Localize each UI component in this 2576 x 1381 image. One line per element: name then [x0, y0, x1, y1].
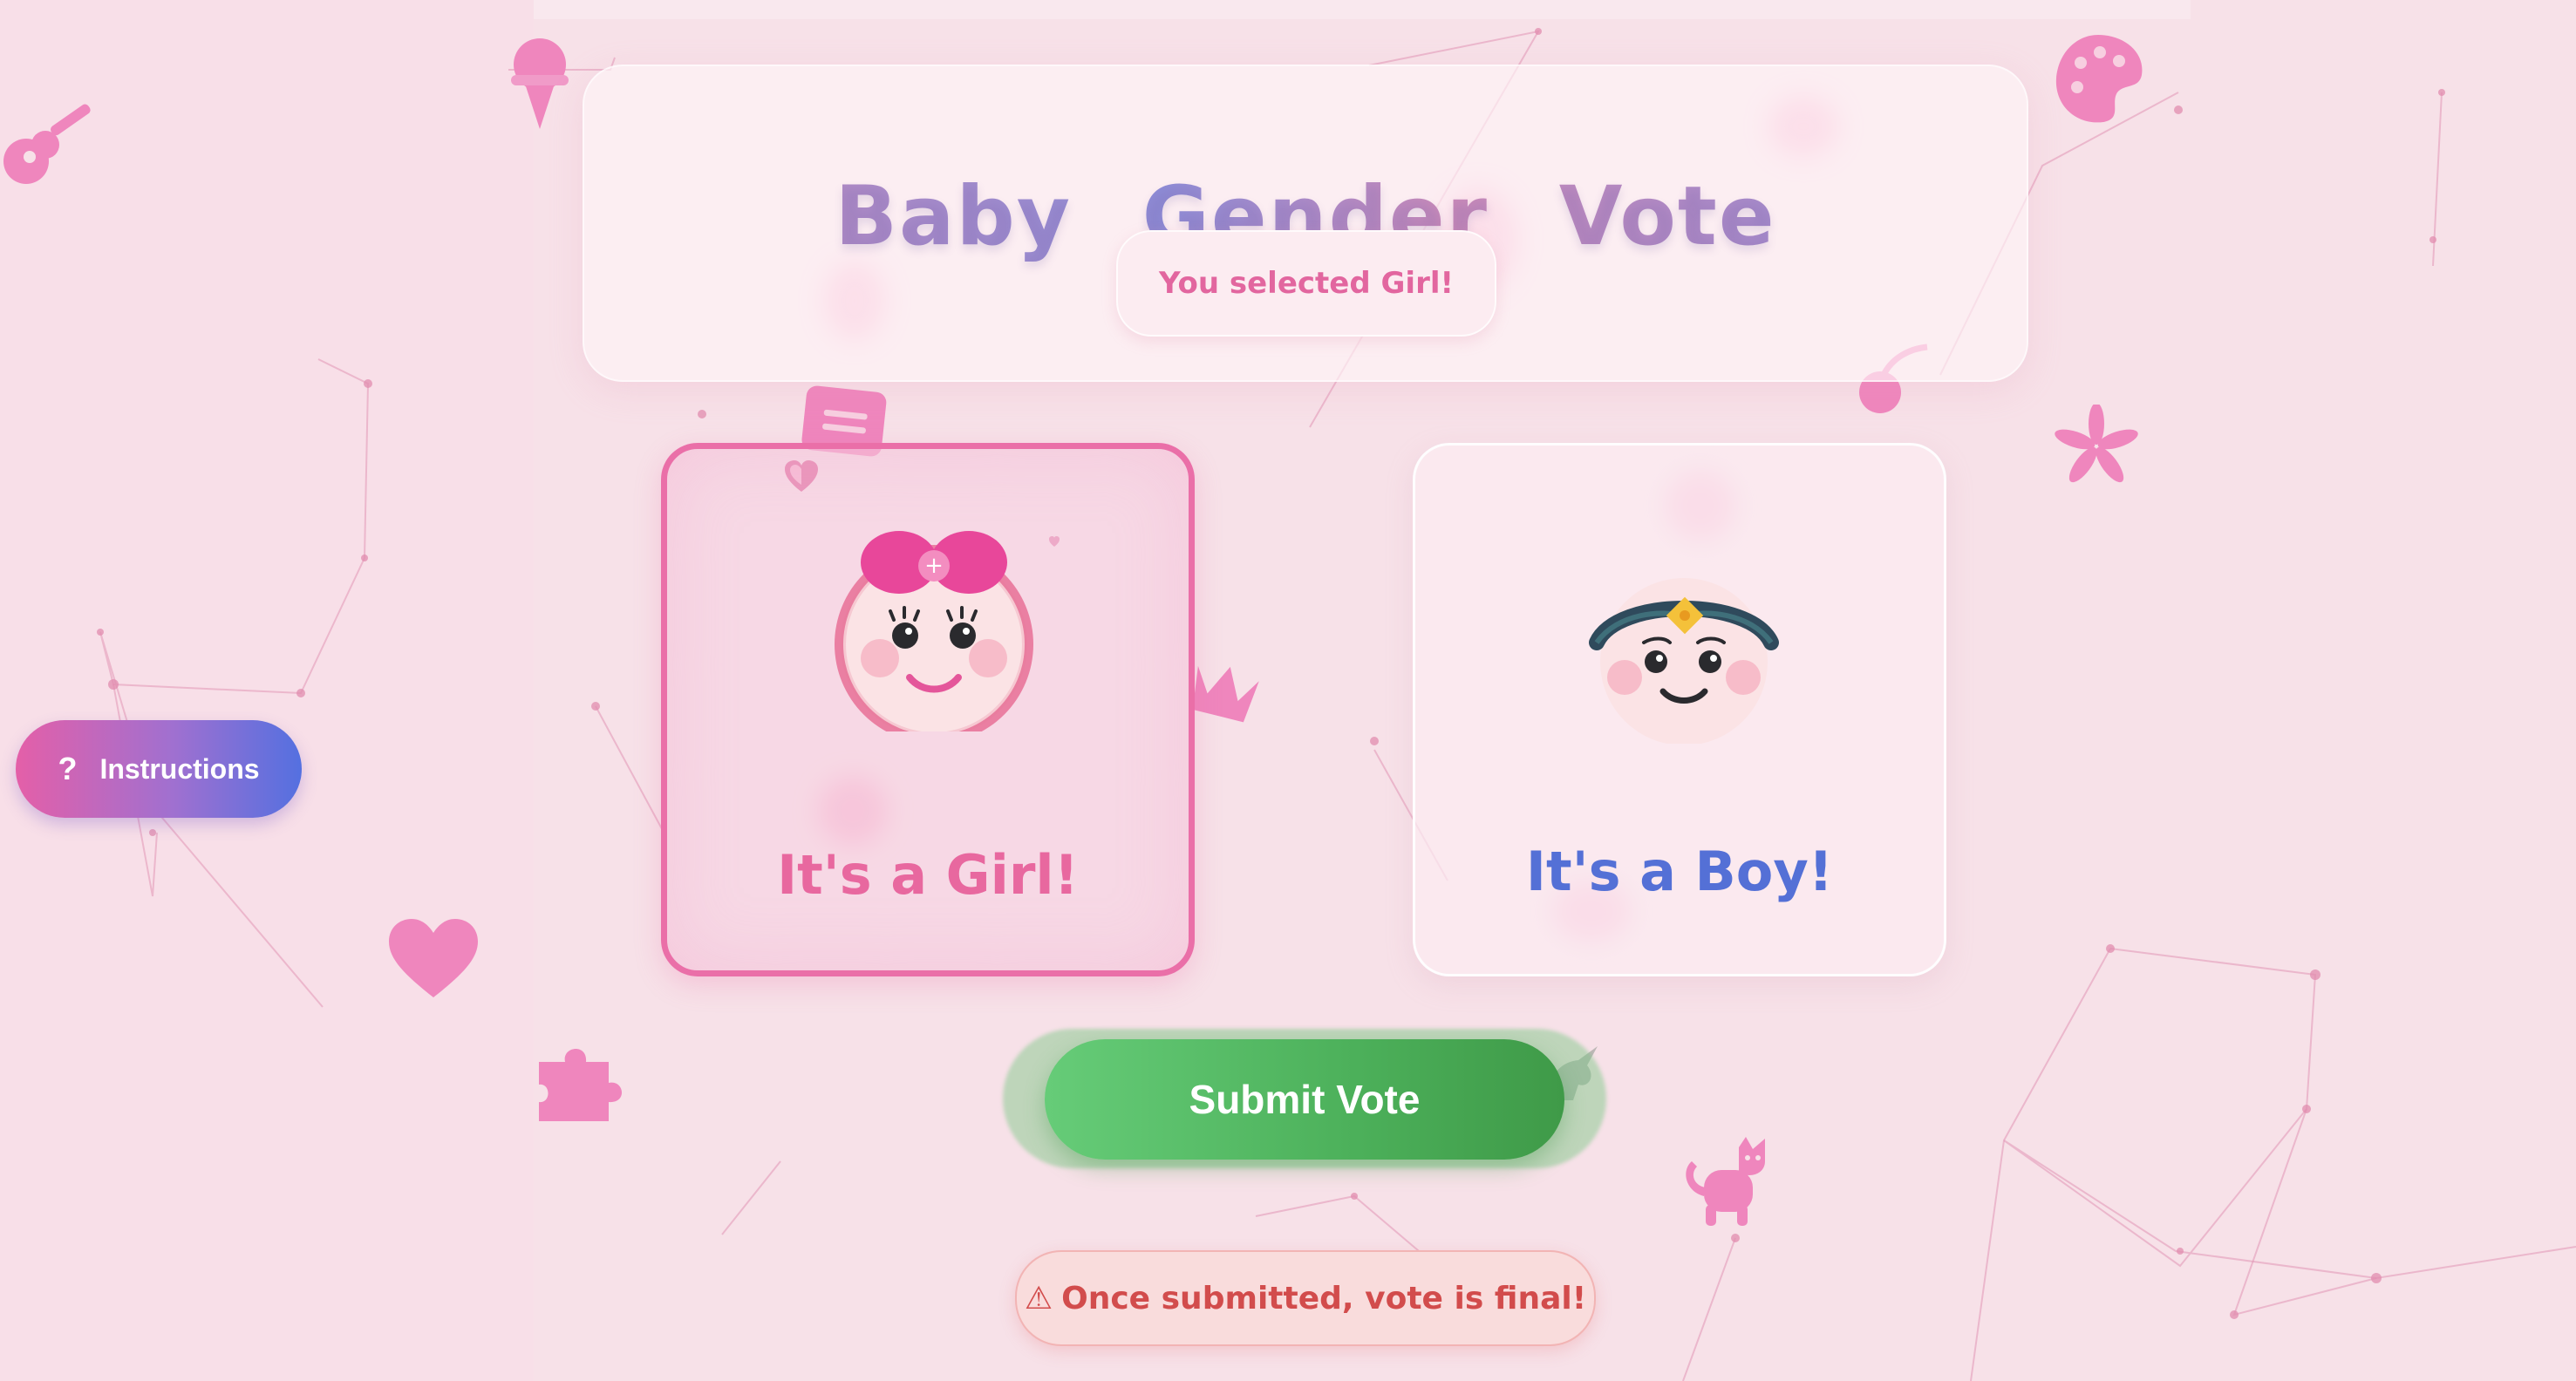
- question-icon: ?: [58, 751, 78, 786]
- baby-girl-face-icon: +: [835, 531, 1033, 731]
- submit-vote-button[interactable]: Submit Vote: [1045, 1039, 1564, 1160]
- puzzle-icon: [539, 1048, 623, 1121]
- crown-icon: [1192, 665, 1259, 723]
- svg-text:+: +: [924, 553, 944, 579]
- instructions-button[interactable]: ? Instructions: [16, 720, 302, 818]
- flower-icon: [2055, 405, 2138, 483]
- cat-icon: [1686, 1137, 1765, 1226]
- boy-option-label: It's a Boy!: [1525, 840, 1834, 903]
- baby-boy-face-icon: [1589, 578, 1779, 744]
- warning-icon: ⚠: [1024, 1280, 1053, 1316]
- warning-text: Once submitted, vote is final!: [1061, 1280, 1587, 1316]
- palette-icon: [2055, 35, 2143, 123]
- girl-option-label: It's a Girl!: [777, 843, 1079, 907]
- final-vote-warning: ⚠ Once submitted, vote is final!: [1015, 1250, 1596, 1346]
- guitar-icon: [3, 104, 91, 184]
- selection-status: You selected Girl!: [1116, 230, 1496, 337]
- instructions-label: Instructions: [99, 752, 260, 785]
- girl-option-card[interactable]: + It's a Girl!: [661, 443, 1195, 976]
- ice-cream-icon: [511, 38, 569, 129]
- boy-option-card[interactable]: It's a Boy!: [1413, 443, 1946, 976]
- heart-icon: [389, 919, 478, 997]
